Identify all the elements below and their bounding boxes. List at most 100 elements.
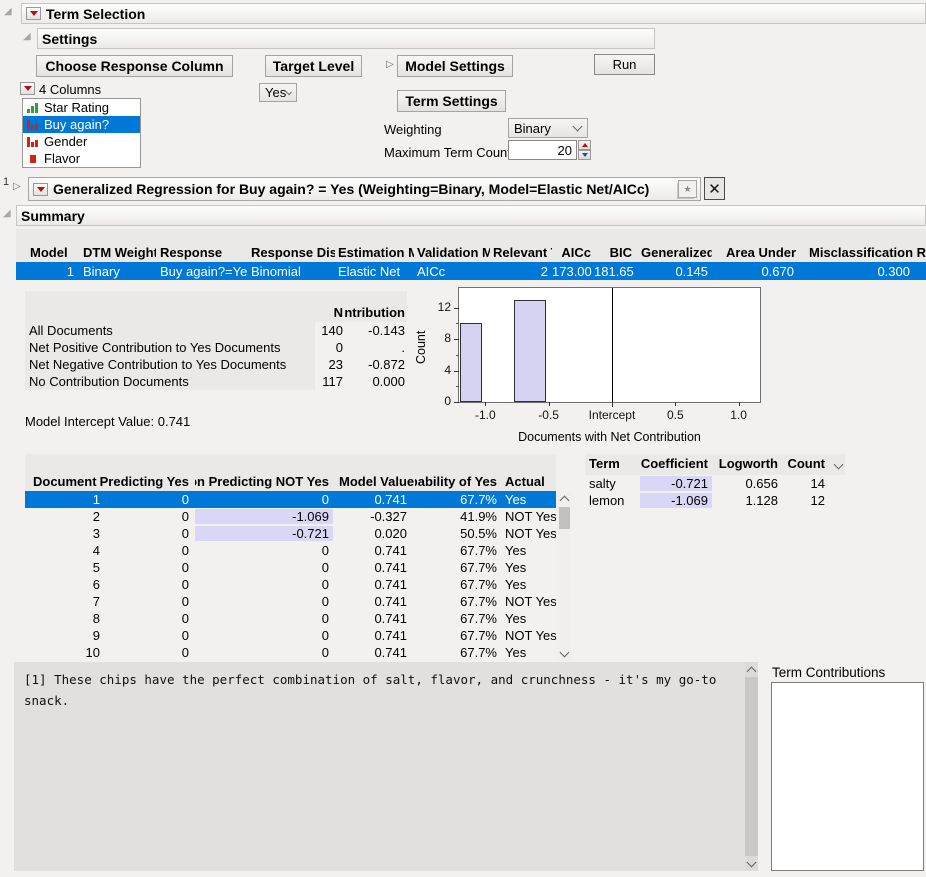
y-axis-tick [454,308,459,309]
probability-of-yes: 67.7% [415,645,500,660]
document-id: 8 [25,611,100,626]
aicc: 173.00 [552,264,594,279]
red-triangle-menu-icon[interactable] [20,82,35,95]
scroll-down-button[interactable] [558,646,571,661]
column-list-item[interactable]: Star Rating [23,99,140,116]
document-id: 5 [25,560,100,575]
term-row[interactable]: lemon -1.069 1.128 12 [585,492,845,509]
histogram-bar[interactable] [460,323,482,402]
document-row[interactable]: 7 0 0 0.741 67.7% NOT Yes [25,593,556,610]
disclosure-closed-icon[interactable]: ▷ [13,182,21,192]
stats-row[interactable]: Net Negative Contribution to Yes Documen… [25,356,407,373]
column-list-item[interactable]: Buy again? [23,116,140,133]
document-row[interactable]: 10 0 0 0.741 67.7% Yes [25,644,556,661]
term-coefficient: -1.069 [640,493,712,508]
model-report-title-bar: Generalized Regression for Buy again? = … [28,177,701,201]
column-header[interactable]: Logworth [712,456,780,473]
column-header[interactable]: Count [780,456,831,473]
disclosure-open-icon[interactable]: ◢ [4,7,12,17]
column-header: DTM Weighting [78,229,156,262]
column-list-item[interactable]: Flavor [23,150,140,167]
run-button[interactable]: Run [594,54,655,75]
model-value: 0.741 [333,645,415,660]
choose-response-column-button[interactable]: Choose Response Column [36,55,233,77]
validation-method: AICc [414,264,490,279]
document-viewer-scrollbar[interactable] [745,662,758,871]
column-header[interactable]: Coefficient [640,456,712,473]
term-count: 12 [780,493,831,508]
net-contribution-histogram[interactable]: -1.0-0.5Intercept0.51.004812 [458,287,761,403]
misclassification-rate: 0.300 [798,264,926,279]
term-row[interactable]: salty -0.721 0.656 14 [585,475,845,492]
documents-table-header: Document Contribution Predicting Yes Con… [25,454,556,491]
column-header: Document [25,454,100,491]
document-text-viewer[interactable]: [1] These chips have the perfect combina… [14,662,745,871]
summary-table-row[interactable]: 1 Binary Buy again?=Yes Binomial Elastic… [16,262,926,280]
y-axis-minor-tick [456,323,459,324]
max-term-count-input[interactable] [508,140,577,160]
document-row[interactable]: 6 0 0 0.741 67.7% Yes [25,576,556,593]
stepper-down-button[interactable] [578,150,591,160]
probability-of-yes: 67.7% [415,543,500,558]
dtm-weighting: Binary [78,264,156,279]
empty-header [25,291,315,322]
document-id: 7 [25,594,100,609]
estimation-method: Elastic Net [335,264,414,279]
document-row[interactable]: 4 0 0 0.741 67.7% Yes [25,542,556,559]
document-row[interactable]: 5 0 0 0.741 67.7% Yes [25,559,556,576]
bookmark-icon[interactable]: ★ [678,180,697,198]
column-header: Actual [500,454,556,491]
close-icon: ✕ [708,180,721,198]
disclosure-open-icon[interactable]: ◢ [23,32,31,42]
document-row[interactable]: 3 0 -0.721 0.020 50.5% NOT Yes [25,525,556,542]
documents-table-scrollbar[interactable] [558,491,571,661]
target-level-button[interactable]: Target Level [265,55,362,77]
disclosure-open-icon[interactable]: ◢ [3,209,11,219]
term-settings-button[interactable]: Term Settings [397,90,506,112]
y-axis-minor-tick [456,355,459,356]
target-level-dropdown[interactable]: Yes [259,83,297,102]
stepper-up-button[interactable] [578,140,591,150]
histogram-bar[interactable] [514,300,546,402]
scrollbar-thumb[interactable] [559,507,570,529]
document-text: [1] These chips have the perfect combina… [24,672,716,708]
response-column-list[interactable]: Star Rating Buy again? Gender Flavor [22,98,141,168]
model-settings-button[interactable]: Model Settings [397,55,513,77]
summary-table-header: Model DTM Weighting Response Response Di… [16,229,926,262]
stats-row[interactable]: No Contribution Documents 117 0.000 [25,373,407,390]
y-axis-tick-label: 8 [415,331,451,345]
stats-row[interactable]: Net Positive Contribution to Yes Documen… [25,339,407,356]
weighting-dropdown[interactable]: Binary [508,118,588,138]
close-button[interactable]: ✕ [704,177,725,200]
bic: 181.65 [594,264,635,279]
term-name: salty [585,476,640,491]
document-row[interactable]: 8 0 0 0.741 67.7% Yes [25,610,556,627]
sort-button[interactable] [831,461,845,468]
document-row[interactable]: 2 0 -1.069 -0.327 41.9% NOT Yes [25,508,556,525]
contribution-predicting-yes: 0 [100,611,195,626]
column-header: BIC [594,229,635,262]
column-list-item[interactable]: Gender [23,133,140,150]
document-row[interactable]: 1 0 0 0.741 67.7% Yes [25,491,556,508]
scroll-up-button[interactable] [745,662,758,677]
terms-table-header: Term Coefficient Logworth Count [585,454,845,475]
contribution-predicting-yes: 0 [100,526,195,541]
report-index: 1 [3,176,9,188]
column-header[interactable]: Term [585,456,640,473]
stats-row[interactable]: All Documents 140 -0.143 [25,322,407,339]
scroll-down-button[interactable] [745,856,758,871]
scroll-up-button[interactable] [558,491,571,506]
red-triangle-menu-icon[interactable] [26,7,41,20]
chevron-down-icon [833,460,843,470]
disclosure-closed-icon[interactable]: ▷ [386,60,394,70]
model-value: 0.741 [333,594,415,609]
model-value: -0.327 [333,509,415,524]
y-axis-tick [454,371,459,372]
actual-value: NOT Yes [500,628,556,643]
red-triangle-menu-icon[interactable] [33,183,48,196]
column-header: Generalized RSquare [635,229,712,262]
column-header: Contribution Predicting NOT Yes [195,454,333,491]
document-row[interactable]: 9 0 0 0.741 67.7% NOT Yes [25,627,556,644]
y-axis-minor-tick [456,386,459,387]
document-id: 3 [25,526,100,541]
